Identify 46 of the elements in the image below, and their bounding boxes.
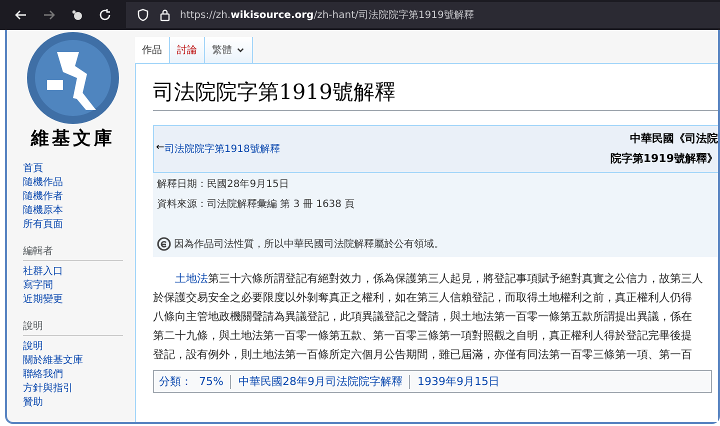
arrow-text: ← bbox=[156, 142, 164, 155]
public-domain-icon bbox=[157, 237, 171, 251]
sidebar-link[interactable]: 近期變更 bbox=[23, 293, 135, 307]
sidebar-heading: 說明 bbox=[23, 319, 123, 336]
law-link[interactable]: 土地法 bbox=[175, 269, 208, 288]
sidebar-link[interactable]: 社群入口 bbox=[23, 265, 135, 279]
tab[interactable]: 繁體 bbox=[205, 37, 253, 63]
tab[interactable]: 作品 bbox=[135, 37, 170, 63]
note-text: 解釋日期：民國28年9月15日 bbox=[157, 178, 290, 191]
work-title: 院字第1919號解釋》 bbox=[610, 151, 718, 167]
chevron-icon bbox=[236, 46, 245, 54]
sidebar-link[interactable]: 方針與指引 bbox=[23, 382, 135, 396]
body-text: 登記，設有例外，則土地法第一百條所定六個月公告期間，雖已屆滿，亦僅有同法第一百零三條第一項、第一百 bbox=[153, 347, 692, 363]
reload-icon[interactable] bbox=[98, 8, 112, 22]
sidebar-link[interactable]: 聯絡我們 bbox=[23, 368, 135, 382]
body-text: 八條向主管地政機關聲請為異議登記，此項異議登記之聲請，與土地法第一百零一條第五款所謂提出異議，係在 bbox=[153, 309, 692, 325]
logo-drawing[interactable] bbox=[27, 32, 119, 124]
sidebar-link[interactable]: 寫字間 bbox=[23, 279, 135, 293]
page-title: 司法院院字第1919號解釋 bbox=[153, 78, 718, 111]
extension-icon[interactable] bbox=[70, 8, 84, 22]
note-text: 資料來源：司法院解釋彙編 第 3 冊 1638 頁 bbox=[157, 198, 356, 211]
logo-text: 維基文庫 bbox=[31, 127, 115, 150]
category-label[interactable]: 分類： bbox=[159, 374, 192, 389]
work-title: 中華民國《司法院 bbox=[630, 131, 718, 147]
sidebar-link[interactable]: 所有頁面 bbox=[23, 218, 135, 232]
sidebar-link[interactable]: 隨機作品 bbox=[23, 176, 135, 190]
category-link[interactable]: 1939年9月15日 bbox=[417, 374, 500, 389]
lock-icon[interactable] bbox=[158, 8, 172, 22]
previous-link[interactable]: 司法院院字第1918號解釋 bbox=[164, 142, 280, 156]
sidebar-link[interactable]: 贊助 bbox=[23, 396, 135, 410]
shield-icon[interactable] bbox=[136, 8, 150, 22]
category-link[interactable]: 中華民國28年9月司法院院字解釋 bbox=[238, 374, 402, 389]
license-text: 因為作品司法性質，所以中華民國司法院解釋屬於公有領域。 bbox=[174, 238, 444, 251]
sidebar-link[interactable]: 隨機原本 bbox=[23, 204, 135, 218]
sidebar-heading: 編輯者 bbox=[23, 244, 123, 261]
sidebar-link[interactable]: 關於維基文庫 bbox=[23, 354, 135, 368]
back-icon[interactable] bbox=[14, 8, 28, 22]
body-text: 第二十九條，與土地法第一百零一條第五款、第一百零三條第一項對照觀之自明，真正權利人得於登記完畢後提 bbox=[153, 328, 692, 344]
body-text: 第三十六條所謂登記有絕對效力，係為保護第三人起見，將登記事項賦予絕對真實之公信力，故第三人 bbox=[208, 271, 703, 287]
sidebar-link[interactable]: 隨機作者 bbox=[23, 190, 135, 204]
sidebar-link[interactable]: 首頁 bbox=[23, 162, 135, 176]
forward-icon[interactable] bbox=[42, 8, 56, 22]
category-link[interactable]: 75% bbox=[199, 375, 224, 388]
body-text: 於保護交易安全之必要限度以外剝奪真正之權利，如在第三人信賴登記，而取得土地權利之前，真正權利人仍得 bbox=[153, 290, 692, 306]
tab[interactable]: 討論 bbox=[170, 37, 205, 63]
sidebar-link[interactable]: 說明 bbox=[23, 340, 135, 354]
